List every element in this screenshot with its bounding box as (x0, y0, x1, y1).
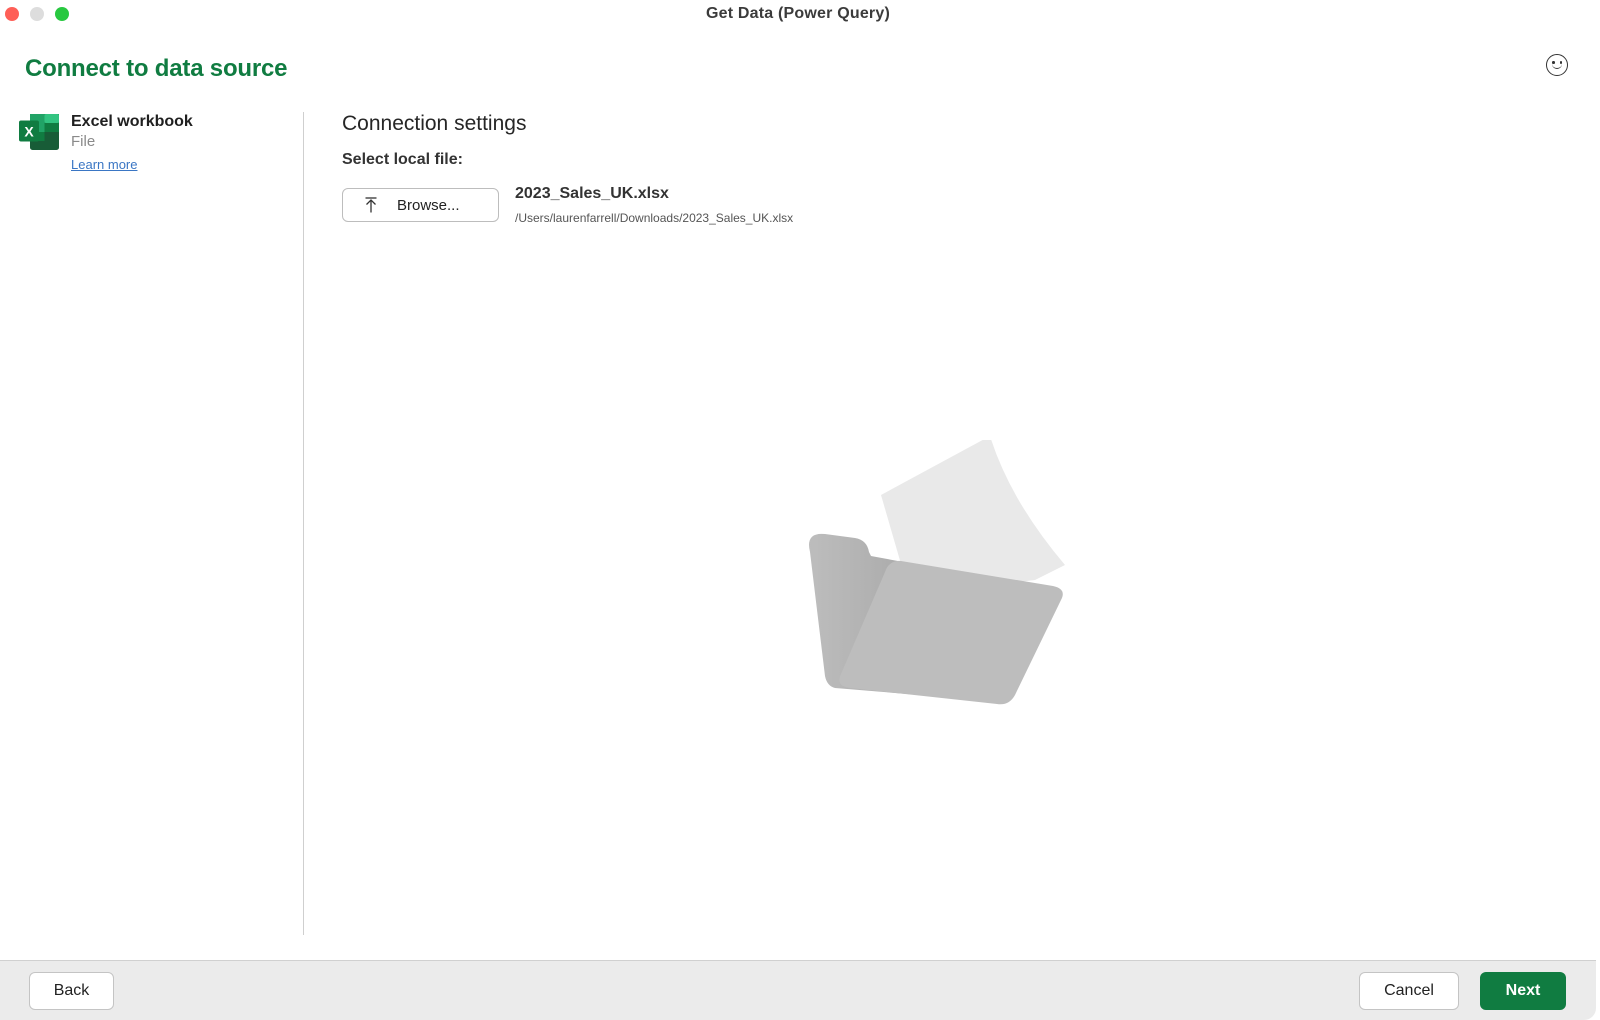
learn-more-link[interactable]: Learn more (71, 157, 137, 172)
svg-text:X: X (24, 124, 34, 140)
page-title: Connect to data source (25, 55, 288, 82)
selected-file-name: 2023_Sales_UK.xlsx (515, 185, 669, 202)
source-type: File (71, 133, 96, 150)
selected-file-path: /Users/laurenfarrell/Downloads/2023_Sale… (515, 211, 794, 225)
panel-divider (303, 112, 304, 935)
select-local-file-label: Select local file: (342, 151, 463, 168)
sidebar (0, 108, 300, 936)
source-name: Excel workbook (71, 113, 193, 130)
connection-settings-heading: Connection settings (342, 112, 527, 135)
excel-icon: X (19, 114, 59, 150)
upload-arrow-icon (365, 197, 377, 213)
smiley-face-icon[interactable] (1546, 54, 1568, 76)
back-button[interactable]: Back (29, 972, 114, 1010)
browse-label: Browse... (397, 197, 460, 214)
cancel-button[interactable]: Cancel (1359, 972, 1459, 1010)
window-title: Get Data (Power Query) (705, 5, 890, 22)
next-button[interactable]: Next (1480, 972, 1566, 1010)
footer-bar: Back Cancel Next (0, 960, 1596, 1020)
title-bar: Get Data (Power Query) (0, 0, 1596, 28)
folder-with-document-icon (809, 440, 1065, 705)
get-data-window: Get Data (Power Query) Connect to data s… (0, 0, 1596, 1020)
browse-button[interactable]: Browse... (342, 188, 499, 222)
